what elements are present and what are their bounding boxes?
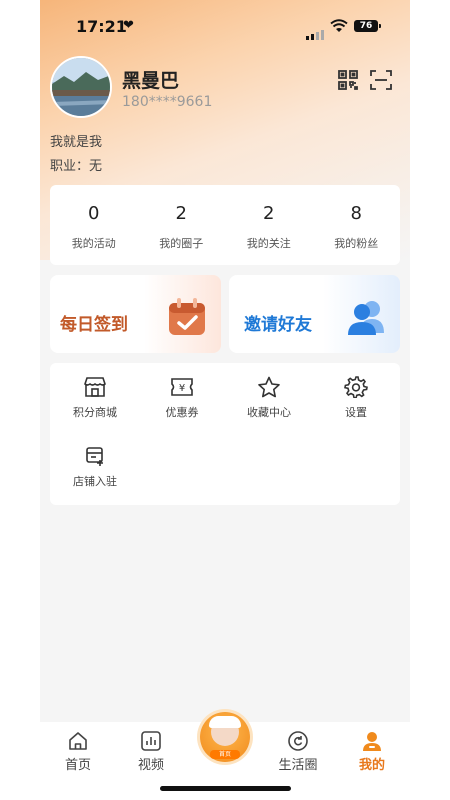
avatar[interactable] — [50, 56, 112, 118]
menu-label: 优惠券 — [165, 406, 199, 419]
menu-settings[interactable]: 设置 — [311, 376, 401, 420]
tab-label: 生活圈 — [278, 758, 318, 773]
menu-favorites[interactable]: 收藏中心 — [224, 376, 314, 420]
status-bar: 17:21 ❤ 76 — [40, 0, 410, 56]
tab-home[interactable]: 首页 — [48, 730, 108, 773]
stat-activities[interactable]: 0 我的活动 — [50, 185, 138, 265]
calendar-check-icon — [165, 295, 209, 343]
user-job: 职业：无 — [50, 159, 103, 174]
user-icon — [363, 732, 381, 751]
stat-following[interactable]: 2 我的关注 — [225, 185, 313, 265]
tab-label: 视频 — [137, 758, 164, 773]
mascot-hair — [209, 716, 241, 728]
signal-icon — [306, 21, 326, 40]
heart-icon: ❤ — [123, 18, 134, 33]
tab-label: 我的 — [358, 758, 385, 773]
star-icon — [258, 376, 280, 398]
phone-screen: 17:21 ❤ 76 黑曼巴 180****9661 我就是我 职业：无 0 我… — [40, 0, 410, 800]
user-bio: 我就是我 — [50, 135, 103, 150]
tab-label: 首页 — [64, 758, 91, 773]
life-circle-icon — [288, 731, 308, 751]
daily-sign-in-title: 每日签到 — [60, 315, 128, 335]
tab-mine[interactable]: 我的 — [342, 730, 402, 773]
feature-menu: 积分商城 ¥ 优惠券 收藏中心 设置 店铺入驻 — [50, 363, 400, 505]
shop-entry-icon — [86, 447, 103, 466]
status-time: 17:21 — [76, 17, 127, 36]
menu-shop-entry[interactable]: 店铺入驻 — [50, 445, 140, 489]
mascot-badge: 首页 — [210, 750, 240, 759]
invite-friends-title: 邀请好友 — [244, 315, 312, 335]
coupon-icon: ¥ — [171, 378, 193, 396]
user-phone: 180****9661 — [122, 94, 213, 110]
stat-label: 我的关注 — [246, 237, 291, 250]
stat-value: 0 — [88, 203, 100, 224]
menu-label: 积分商城 — [73, 406, 117, 419]
home-icon — [69, 732, 87, 750]
center-mascot-button[interactable]: 首页 — [200, 712, 250, 762]
gear-icon — [344, 376, 368, 398]
tab-video[interactable]: 视频 — [121, 730, 181, 773]
stat-fans[interactable]: 8 我的粉丝 — [313, 185, 401, 265]
stats-panel: 0 我的活动 2 我的圈子 2 我的关注 8 我的粉丝 — [50, 185, 400, 265]
daily-sign-in-card[interactable]: 每日签到 — [50, 275, 221, 353]
user-name: 黑曼巴 — [122, 70, 180, 92]
promo-cards: 每日签到 邀请好友 — [50, 275, 400, 353]
menu-label: 店铺入驻 — [73, 475, 117, 488]
video-chart-icon — [141, 731, 161, 751]
stat-value: 8 — [350, 203, 362, 224]
invite-friends-card[interactable]: 邀请好友 — [229, 275, 400, 353]
stat-label: 我的圈子 — [159, 237, 204, 250]
stat-label: 我的粉丝 — [334, 237, 379, 250]
tab-life-circle[interactable]: 生活圈 — [268, 730, 328, 773]
store-icon — [84, 377, 106, 397]
svg-text:¥: ¥ — [179, 383, 185, 394]
home-indicator[interactable] — [160, 786, 291, 791]
menu-label: 收藏中心 — [247, 406, 291, 419]
users-icon — [344, 295, 388, 343]
stat-label: 我的活动 — [71, 237, 116, 250]
qr-code-icon[interactable] — [338, 70, 358, 94]
wifi-icon — [330, 18, 348, 37]
stat-value: 2 — [175, 203, 187, 224]
menu-coupons[interactable]: ¥ 优惠券 — [137, 376, 227, 420]
battery-icon: 76 — [354, 20, 381, 32]
menu-label: 设置 — [345, 406, 367, 419]
stat-value: 2 — [263, 203, 275, 224]
menu-points-mall[interactable]: 积分商城 — [50, 376, 140, 420]
stat-circles[interactable]: 2 我的圈子 — [138, 185, 226, 265]
scan-icon[interactable] — [370, 70, 392, 94]
